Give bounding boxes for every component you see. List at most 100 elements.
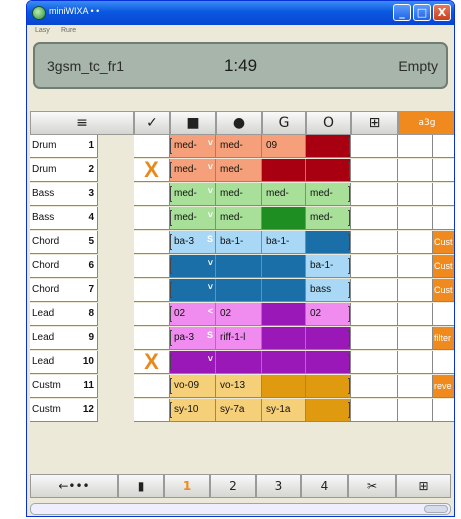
pattern-slot-4[interactable] — [306, 327, 351, 350]
mute-toggle[interactable]: X — [134, 159, 170, 182]
track-name[interactable]: Drum 1 — [30, 135, 98, 158]
minimize-button[interactable]: _ — [393, 4, 411, 21]
mute-toggle[interactable] — [134, 327, 170, 350]
pattern-slot-1[interactable]: ba-3 S — [170, 231, 216, 254]
mute-toggle[interactable] — [134, 375, 170, 398]
pattern-slot-3[interactable] — [262, 351, 306, 374]
pattern-slot-3[interactable] — [262, 303, 306, 326]
pattern-slot-2[interactable]: 02 — [216, 303, 262, 326]
pattern-slot-3[interactable] — [262, 375, 306, 398]
pattern-slot-1[interactable]: ˅ — [170, 279, 216, 302]
effect-slot[interactable]: Cust — [433, 231, 454, 254]
mute-toggle[interactable] — [134, 255, 170, 278]
track-name[interactable]: Chord 6 — [30, 255, 98, 278]
pattern-slot-2[interactable]: med- — [216, 159, 262, 182]
close-button[interactable]: X — [433, 4, 451, 21]
effect-slot[interactable] — [433, 399, 454, 422]
mute-toggle[interactable] — [134, 135, 170, 158]
pattern-slot-3[interactable] — [262, 279, 306, 302]
pattern-slot-1[interactable]: 02 ˂ — [170, 303, 216, 326]
pattern-slot-2[interactable]: vo-13 — [216, 375, 262, 398]
pattern-slot-1[interactable]: vo-09 — [170, 375, 216, 398]
menu-item-rure[interactable]: Rure — [61, 27, 76, 34]
pattern-slot-4[interactable] — [306, 399, 351, 422]
pattern-slot-2[interactable]: sy-7a — [216, 399, 262, 422]
pattern-slot-3[interactable]: 09 — [262, 135, 306, 158]
mute-toggle[interactable] — [134, 303, 170, 326]
pattern-slot-2[interactable] — [216, 279, 262, 302]
pattern-slot-3[interactable]: ba-1- — [262, 231, 306, 254]
pattern-slot-4[interactable]: 02 — [306, 303, 351, 326]
effect-slot[interactable] — [433, 183, 454, 206]
effect-slot[interactable]: filter — [433, 327, 454, 350]
pattern-slot-1[interactable]: med- ˅ — [170, 135, 216, 158]
pattern-slot-3[interactable]: med- — [262, 183, 306, 206]
o-button[interactable]: O — [306, 111, 351, 135]
track-name[interactable]: Drum 2 — [30, 159, 98, 182]
pattern-slot-1[interactable]: med- ˅ — [170, 183, 216, 206]
pattern-slot-1[interactable]: sy-10 — [170, 399, 216, 422]
track-row[interactable]: Chord 7 ˅ bass Cust — [30, 279, 454, 302]
effect-slot[interactable]: Cust — [433, 255, 454, 278]
g-button[interactable]: G — [262, 111, 306, 135]
pattern-slot-4[interactable]: med- — [306, 183, 351, 206]
pattern-slot-4[interactable] — [306, 231, 351, 254]
scroll-thumb[interactable] — [424, 505, 448, 513]
effect-slot[interactable] — [433, 135, 454, 158]
track-name[interactable]: Lead 9 — [30, 327, 98, 350]
track-row[interactable]: Bass 3 med- ˅ med-med-med- — [30, 183, 454, 206]
pattern-slot-2[interactable] — [216, 255, 262, 278]
mute-toggle[interactable] — [134, 279, 170, 302]
track-row[interactable]: Custm 12 sy-10 sy-7a sy-1a — [30, 399, 454, 422]
pattern-slot-4[interactable] — [306, 375, 351, 398]
pattern-slot-2[interactable]: med- — [216, 183, 262, 206]
slot-2-button[interactable]: 2 — [210, 474, 256, 498]
mute-toggle[interactable] — [134, 231, 170, 254]
maximize-button[interactable]: □ — [413, 4, 431, 21]
track-row[interactable]: Chord 5 ba-3 Sba-1- ba-1- Cust — [30, 231, 454, 254]
track-row[interactable]: Bass 4 med- ˅ med-med- — [30, 207, 454, 230]
track-name[interactable]: Custm 11 — [30, 375, 98, 398]
track-row[interactable]: Lead 8 02 ˂ 02 02 — [30, 303, 454, 326]
effect-slot[interactable]: reve — [433, 375, 454, 398]
pattern-slot-2[interactable]: med- — [216, 135, 262, 158]
tools-button[interactable]: ✂ — [348, 474, 396, 498]
pattern-slot-2[interactable]: riff-1-l — [216, 327, 262, 350]
pattern-slot-2[interactable] — [216, 351, 262, 374]
track-row[interactable]: Custm 11 vo-09 vo-13 reve — [30, 375, 454, 398]
slot-3-button[interactable]: 3 — [256, 474, 301, 498]
track-name[interactable]: Bass 4 — [30, 207, 98, 230]
slot-1-button[interactable]: 1 — [164, 474, 210, 498]
track-name[interactable]: Lead 10 — [30, 351, 98, 374]
track-row[interactable]: Drum 2 Xmed- ˅ med- — [30, 159, 454, 182]
menu-item-lasy[interactable]: Lasy — [35, 27, 50, 34]
pattern-slot-4[interactable] — [306, 135, 351, 158]
slot-4-button[interactable]: 4 — [301, 474, 348, 498]
track-name[interactable]: Lead 8 — [30, 303, 98, 326]
mute-toggle[interactable] — [134, 207, 170, 230]
back-button[interactable]: ←••• — [30, 474, 118, 498]
grid-button[interactable]: ⊞ — [396, 474, 451, 498]
pattern-slot-1[interactable]: ˅ — [170, 351, 216, 374]
edit-button[interactable]: ⊞ — [351, 111, 398, 135]
pattern-slot-3[interactable] — [262, 207, 306, 230]
pattern-slot-4[interactable]: ba-1- — [306, 255, 351, 278]
track-row[interactable]: Chord 6 ˅ ba-1- Cust — [30, 255, 454, 278]
new-button[interactable]: ▮ — [118, 474, 164, 498]
effect-slot[interactable] — [433, 351, 454, 374]
track-row[interactable]: Drum 1 med- ˅ med- 09 — [30, 135, 454, 158]
pattern-slot-4[interactable] — [306, 159, 351, 182]
record-button[interactable]: ● — [216, 111, 262, 135]
mute-toggle[interactable] — [134, 183, 170, 206]
a3g-column-button[interactable]: a3g — [398, 111, 454, 135]
pattern-slot-1[interactable]: med- ˅ — [170, 207, 216, 230]
pattern-slot-4[interactable]: bass — [306, 279, 351, 302]
track-row[interactable]: Lead 9 pa-3 Sriff-1-l filter — [30, 327, 454, 350]
effect-slot[interactable] — [433, 303, 454, 326]
pattern-slot-1[interactable]: pa-3 S — [170, 327, 216, 350]
mute-column-button[interactable]: ✓ — [134, 111, 170, 135]
title-bar[interactable]: miniWIXA • • _ □ X — [27, 1, 454, 25]
pattern-slot-2[interactable]: ba-1- — [216, 231, 262, 254]
pattern-slot-3[interactable]: sy-1a — [262, 399, 306, 422]
track-name[interactable]: Chord 5 — [30, 231, 98, 254]
